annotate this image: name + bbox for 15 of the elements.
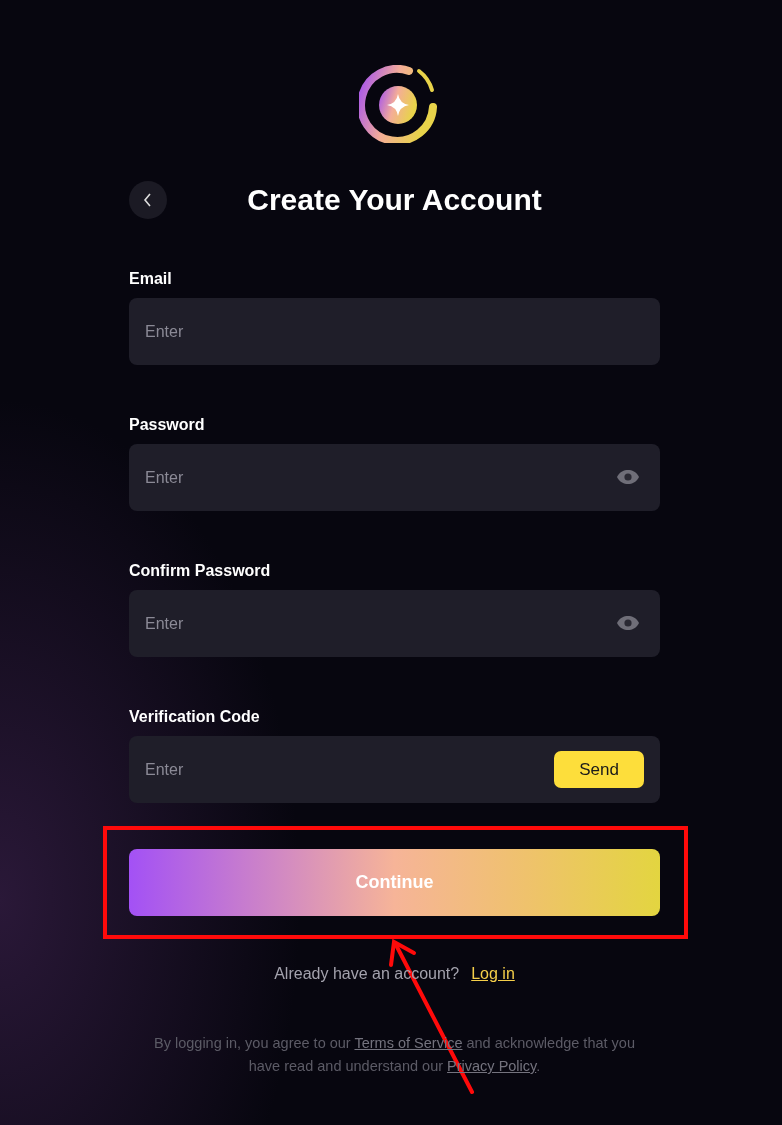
input-field[interactable]: Enter — [129, 444, 660, 511]
field-label: Email — [129, 269, 172, 289]
page-title: Create Your Account — [247, 182, 542, 218]
field-label: Password — [129, 415, 205, 435]
field-label: Verification Code — [129, 707, 260, 727]
chevron-left-icon — [143, 192, 153, 208]
eye-icon[interactable] — [617, 470, 639, 484]
back-button[interactable] — [129, 181, 167, 219]
eye-icon[interactable] — [617, 616, 639, 630]
input-field[interactable]: Enter — [129, 298, 660, 365]
send-button[interactable]: Send — [554, 751, 644, 788]
login-link[interactable]: Log in — [471, 964, 515, 984]
input-field[interactable]: Enter — [129, 590, 660, 657]
field-label: Confirm Password — [129, 561, 271, 581]
logo-icon — [358, 65, 437, 143]
